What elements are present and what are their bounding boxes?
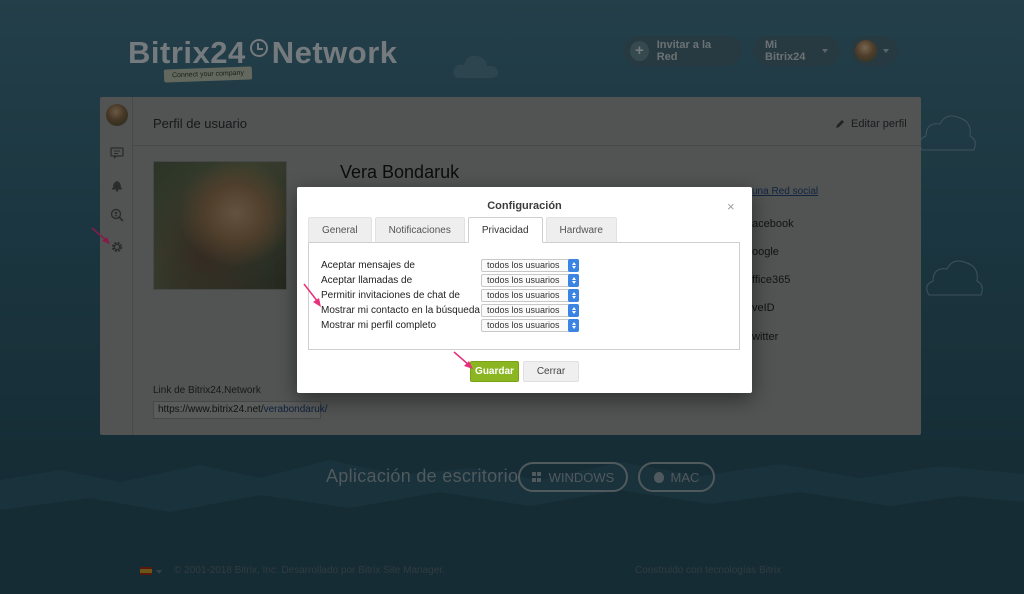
setting-label: Permitir invitaciones de chat de (321, 289, 460, 301)
setting-row: Aceptar llamadas de todos los usuarios (321, 273, 579, 287)
select-value: todos los usuarios (487, 275, 560, 285)
select-value: todos los usuarios (487, 260, 560, 270)
setting-label: Aceptar llamadas de (321, 274, 413, 286)
settings-tabs: General Notificaciones Privacidad Hardwa… (308, 217, 620, 243)
setting-row: Aceptar mensajes de todos los usuarios (321, 258, 579, 272)
chat-invitations-select[interactable]: todos los usuarios (481, 288, 579, 302)
select-arrows-icon (568, 288, 579, 302)
tab-hardware[interactable]: Hardware (545, 217, 617, 243)
close-icon[interactable]: × (727, 199, 735, 214)
setting-row: Mostrar mi perfil completo todos los usu… (321, 318, 579, 332)
show-contact-in-search-select[interactable]: todos los usuarios (481, 303, 579, 317)
settings-dialog: Configuración × General Notificaciones P… (297, 187, 752, 393)
select-value: todos los usuarios (487, 305, 560, 315)
select-arrows-icon (568, 303, 579, 317)
setting-label: Aceptar mensajes de (321, 259, 415, 271)
tab-notifications[interactable]: Notificaciones (374, 217, 465, 243)
setting-label: Mostrar mi perfil completo (321, 319, 437, 331)
tab-general[interactable]: General (308, 217, 372, 243)
setting-label: Mostrar mi contacto en la búsqueda (321, 304, 480, 316)
select-value: todos los usuarios (487, 290, 560, 300)
dialog-title: Configuración (487, 200, 562, 212)
setting-row: Mostrar mi contacto en la búsqueda todos… (321, 303, 579, 317)
select-arrows-icon (568, 318, 579, 332)
annotation-arrow (303, 283, 321, 307)
select-value: todos los usuarios (487, 320, 560, 330)
show-full-profile-select[interactable]: todos los usuarios (481, 318, 579, 332)
setting-row: Permitir invitaciones de chat de todos l… (321, 288, 579, 302)
privacy-panel: Aceptar mensajes de todos los usuarios A… (308, 242, 740, 350)
cancel-button[interactable]: Cerrar (523, 361, 579, 382)
accept-messages-select[interactable]: todos los usuarios (481, 258, 579, 272)
tab-privacy[interactable]: Privacidad (467, 217, 543, 243)
save-button[interactable]: Guardar (470, 361, 519, 382)
select-arrows-icon (568, 258, 579, 272)
select-arrows-icon (568, 273, 579, 287)
accept-calls-select[interactable]: todos los usuarios (481, 273, 579, 287)
annotation-arrow (453, 351, 473, 369)
